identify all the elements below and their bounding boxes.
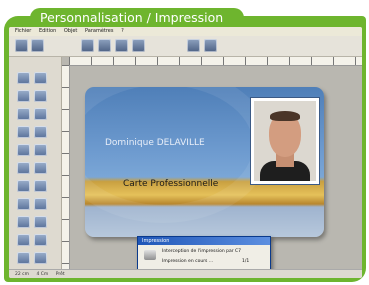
tool-icon-21[interactable] (17, 252, 30, 264)
menu-bar: Fichier Edition Objet Paramètres ? (9, 27, 362, 36)
shape-tool-icon[interactable] (132, 39, 145, 52)
menu-object[interactable]: Objet (64, 28, 78, 34)
tool-icon-22[interactable] (34, 252, 47, 264)
select-tool-icon[interactable] (81, 39, 94, 52)
open-card-icon[interactable] (31, 39, 44, 52)
tool-icon-6[interactable] (34, 108, 47, 120)
tool-icon-1[interactable] (17, 72, 30, 84)
tool-icon-4[interactable] (34, 90, 47, 102)
menu-edit[interactable]: Edition (39, 28, 56, 34)
menu-file[interactable]: Fichier (15, 28, 31, 34)
tool-icon-8[interactable] (34, 126, 47, 138)
new-card-icon[interactable] (15, 39, 28, 52)
tool-icon-14[interactable] (34, 180, 47, 192)
dialog-title: Impression (138, 237, 270, 245)
tool-icon-18[interactable] (34, 216, 47, 228)
menu-settings[interactable]: Paramètres (85, 28, 114, 34)
dialog-progress-text: Impression en cours ... (162, 259, 214, 264)
cardholder-photo (251, 98, 319, 184)
tool-icon-3[interactable] (17, 90, 30, 102)
tool-icon-13[interactable] (17, 180, 30, 192)
image-tool-icon[interactable] (115, 39, 128, 52)
tool-icon-20[interactable] (34, 234, 47, 246)
tool-icon-9[interactable] (17, 144, 30, 156)
id-card-preview[interactable]: Dominique DELAVILLE Carte Professionnell… (85, 87, 324, 237)
status-y: 4 Cm (36, 272, 49, 277)
status-state: Prêt (55, 272, 65, 277)
tool-icon-16[interactable] (34, 198, 47, 210)
menu-help[interactable]: ? (121, 28, 124, 34)
tool-icon-10[interactable] (34, 144, 47, 156)
photo-background (254, 101, 316, 181)
left-tool-palette (9, 57, 62, 269)
card-type-label: Carte Professionnelle (123, 179, 219, 189)
section-title: Personnalisation / Impression (30, 8, 244, 27)
print-preview-icon[interactable] (187, 39, 200, 52)
vertical-ruler (62, 65, 70, 269)
tool-icon-12[interactable] (34, 162, 47, 174)
cardholder-name: Dominique DELAVILLE (105, 138, 205, 148)
card-background-swirl (85, 87, 271, 223)
tool-icon-7[interactable] (17, 126, 30, 138)
tool-icon-17[interactable] (17, 216, 30, 228)
tool-icon-2[interactable] (34, 72, 47, 84)
text-tool-icon[interactable] (98, 39, 111, 52)
toolbar (9, 36, 362, 57)
printer-icon[interactable] (204, 39, 217, 52)
status-x: 22 cm (15, 272, 30, 277)
printer-icon (144, 250, 156, 260)
horizontal-ruler (69, 57, 362, 66)
tool-icon-19[interactable] (17, 234, 30, 246)
status-bar: 22 cm 4 Cm Prêt (9, 269, 362, 278)
tool-icon-11[interactable] (17, 162, 30, 174)
dialog-message: Interception de l'impression par C7 (162, 249, 242, 254)
tool-icon-15[interactable] (17, 198, 30, 210)
tool-icon-5[interactable] (17, 108, 30, 120)
dialog-page-count: 1/1 (242, 259, 250, 264)
app-window: Fichier Edition Objet Paramètres ? Domin… (9, 27, 362, 278)
